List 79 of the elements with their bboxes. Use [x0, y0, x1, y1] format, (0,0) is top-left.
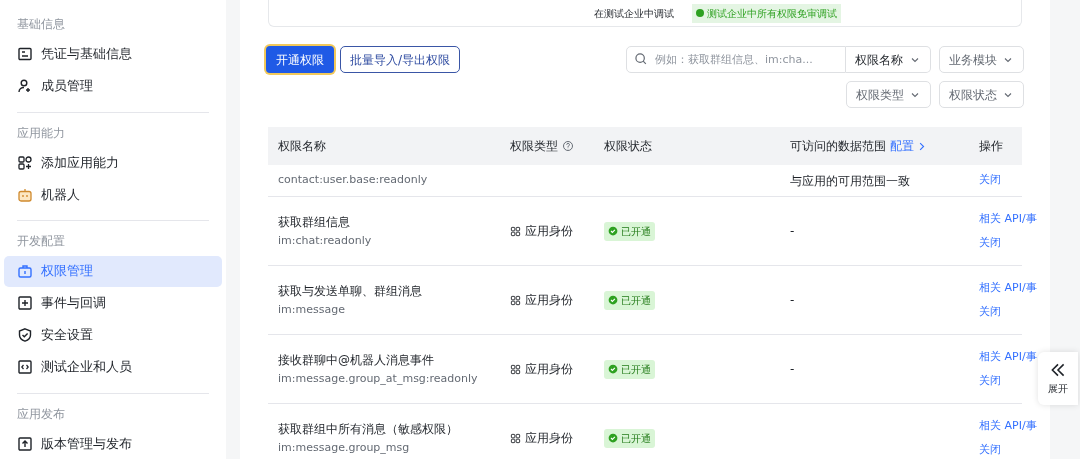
column-header: 权限类型 — [510, 138, 558, 155]
status-tag: 已开通 — [604, 221, 655, 241]
search-icon — [634, 52, 648, 66]
sidebar-item[interactable]: 机器人 — [4, 179, 222, 210]
data-range: - — [790, 362, 795, 376]
status-badge: 测试企业中所有权限免审调试 — [692, 3, 841, 23]
dropdown[interactable]: 业务模块 — [939, 46, 1024, 73]
action-link[interactable]: 关闭 — [979, 172, 1001, 189]
check-circle-icon — [608, 226, 618, 236]
sidebar-item[interactable]: 安全设置 — [4, 319, 222, 351]
identity-type: 应用身份 — [525, 430, 573, 447]
action-link[interactable]: 相关 API/事 — [979, 210, 1037, 227]
identity-type: 应用身份 — [525, 292, 573, 309]
step-label: 在测试企业中调试 — [593, 6, 675, 21]
sidebar-item[interactable]: 凭证与基础信息 — [4, 38, 222, 70]
data-range: - — [790, 293, 795, 307]
permission-scope: im:message — [278, 301, 346, 318]
identity-type: 应用身份 — [525, 361, 573, 378]
status-tag: 已开通 — [604, 428, 655, 448]
grid-icon — [510, 294, 521, 306]
column-header: 操作 — [979, 138, 1003, 155]
sidebar-item[interactable]: 事件与回调 — [4, 287, 222, 319]
sidebar-item[interactable]: 版本管理与发布 — [4, 428, 222, 459]
section-title: 基础信息 — [16, 16, 66, 34]
section-title: 开发配置 — [16, 233, 66, 251]
grid-icon — [510, 432, 521, 444]
secondary-button[interactable]: 批量导入/导出权限 — [340, 46, 461, 73]
action-link[interactable]: 关闭 — [979, 235, 1001, 252]
robot-icon — [17, 186, 33, 203]
card-icon — [17, 46, 33, 62]
double-chevron-left-icon — [1049, 361, 1067, 379]
action-link[interactable]: 关闭 — [979, 373, 1001, 390]
action-link[interactable]: 关闭 — [979, 442, 1001, 459]
help-icon — [562, 140, 574, 152]
add-user-icon — [17, 78, 33, 94]
permission-name: 获取群组中所有消息（敏感权限） — [278, 420, 459, 438]
dropdown[interactable]: 权限名称 — [846, 46, 931, 73]
dropdown[interactable]: 权限状态 — [939, 81, 1024, 108]
expand-button[interactable]: 展开 — [1038, 352, 1078, 405]
apps-add-icon — [17, 154, 33, 171]
status-tag: 已开通 — [604, 290, 655, 310]
column-header: 权限状态 — [604, 138, 652, 155]
sidebar-item[interactable]: 权限管理 — [4, 255, 222, 287]
section-title: 应用能力 — [16, 124, 66, 142]
data-range: 与应用的可用范围一致 — [790, 173, 910, 188]
primary-button[interactable]: 开通权限 — [266, 46, 334, 73]
permission-name: 接收群聊中@机器人消息事件 — [278, 351, 435, 369]
grid-icon — [510, 225, 521, 237]
permission-scope: im:message.group_msg — [278, 439, 411, 456]
search-field[interactable]: 例如：获取群组信息、im:cha... — [626, 46, 846, 73]
column-header: 权限名称 — [278, 138, 326, 155]
action-link[interactable]: 关闭 — [979, 304, 1001, 321]
dropdown[interactable]: 权限类型 — [846, 81, 931, 108]
sidebar-item[interactable]: 测试企业和人员 — [4, 351, 222, 383]
shield-icon — [17, 327, 33, 343]
permission-name: 获取与发送单聊、群组消息 — [278, 282, 423, 300]
briefcase-icon — [17, 263, 33, 279]
permission-scope: im:message.group_at_msg:readonly — [278, 370, 479, 387]
identity-type: 应用身份 — [525, 223, 573, 240]
data-range: - — [790, 224, 795, 238]
section-title: 应用发布 — [16, 405, 66, 423]
grid-icon — [510, 363, 521, 375]
check-circle-icon — [608, 295, 618, 305]
status-tag: 已开通 — [604, 359, 655, 379]
action-link[interactable]: 相关 API/事 — [979, 417, 1037, 434]
action-link[interactable]: 相关 API/事 — [979, 279, 1037, 296]
action-link[interactable]: 相关 API/事 — [979, 348, 1037, 365]
code-icon — [17, 359, 33, 375]
check-circle-icon — [608, 433, 618, 443]
permission-scope: contact:user.base:readonly — [278, 172, 429, 189]
permission-scope: im:chat:readonly — [278, 232, 373, 249]
sidebar-item[interactable]: 添加应用能力 — [4, 147, 222, 178]
check-circle-icon — [608, 364, 618, 374]
plus-square-icon — [17, 295, 33, 311]
configure-link[interactable]: 配置 — [890, 137, 927, 155]
sidebar-item[interactable]: 成员管理 — [4, 70, 222, 102]
column-header: 可访问的数据范围 — [790, 138, 886, 155]
upload-icon — [17, 435, 33, 452]
permission-name: 获取群组信息 — [278, 213, 351, 231]
